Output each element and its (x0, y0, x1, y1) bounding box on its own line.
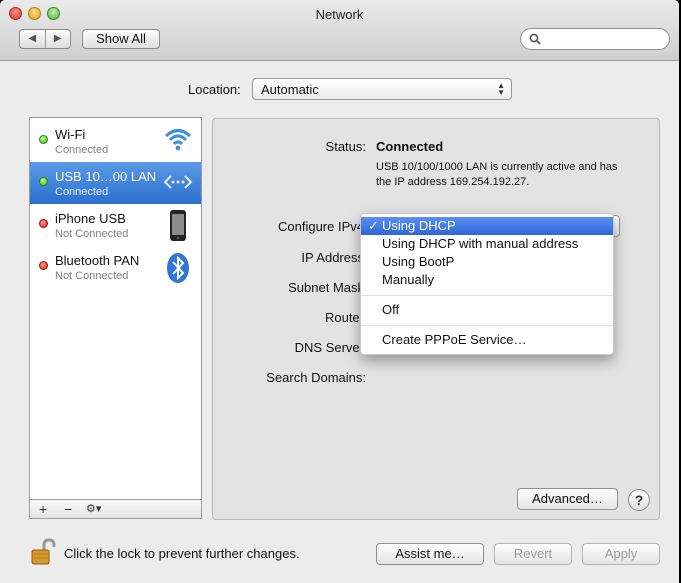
gear-menu-button[interactable]: ⚙▾ (86, 502, 101, 515)
menu-item-using-dhcp-manual[interactable]: Using DHCP with manual address (361, 235, 613, 253)
network-preferences-window: Network ◀ ▶ Show All Location: Automatic… (0, 0, 679, 583)
status-value: Connected (376, 139, 444, 154)
ip-address-label: IP Address (301, 250, 364, 265)
configure-ipv4-label: Configure IPv4 (278, 219, 364, 234)
show-all-button[interactable]: Show All (82, 29, 160, 49)
checkmark-icon: ✓ (368, 218, 379, 233)
service-status: Not Connected (55, 270, 129, 282)
revert-button[interactable]: Revert (494, 543, 572, 565)
service-status: Not Connected (55, 228, 129, 240)
service-status: Connected (55, 144, 109, 156)
status-dot-not-connected (39, 261, 48, 270)
menu-separator (361, 295, 613, 296)
service-status: Connected (55, 186, 109, 198)
menu-item-manually[interactable]: Manually (361, 271, 613, 289)
service-name: Wi-Fi (55, 127, 86, 142)
back-button[interactable]: ◀ (20, 30, 45, 48)
status-label: Status: (325, 139, 366, 154)
unlocked-lock-icon[interactable] (30, 538, 56, 566)
status-dot-connected (39, 177, 48, 186)
dns-server-label: DNS Server (294, 340, 364, 355)
location-value: Automatic (261, 82, 319, 97)
apply-button[interactable]: Apply (582, 543, 660, 565)
select-arrows-icon: ▲ ▼ (497, 81, 505, 97)
service-item-bluetooth-pan[interactable]: Bluetooth PAN Not Connected (30, 246, 201, 288)
service-item-iphone-usb[interactable]: iPhone USB Not Connected (30, 204, 201, 246)
remove-service-button[interactable]: − (64, 501, 72, 517)
iphone-icon (170, 210, 186, 241)
service-name: iPhone USB (55, 211, 126, 226)
service-item-wifi[interactable]: Wi-Fi Connected (30, 120, 201, 162)
location-select[interactable]: Automatic ▲ ▼ (252, 78, 512, 100)
lock-message: Click the lock to prevent further change… (64, 546, 300, 561)
menu-item-off[interactable]: Off (361, 301, 613, 319)
location-label: Location: (188, 82, 241, 97)
wifi-icon (164, 129, 192, 151)
assist-me-button[interactable]: Assist me… (376, 543, 484, 565)
configure-ipv4-menu: ✓ Using DHCP Using DHCP with manual addr… (360, 213, 614, 355)
status-dot-not-connected (39, 219, 48, 228)
search-field[interactable] (520, 28, 670, 50)
help-button[interactable]: ? (628, 489, 650, 511)
search-domains-label: Search Domains: (266, 370, 366, 385)
add-service-button[interactable]: + (39, 501, 47, 517)
status-dot-connected (39, 135, 48, 144)
service-name: Bluetooth PAN (55, 253, 140, 268)
menu-item-using-dhcp[interactable]: ✓ Using DHCP (361, 217, 613, 235)
service-name: USB 10…00 LAN (55, 169, 157, 184)
status-description: USB 10/100/1000 LAN is currently active … (376, 161, 618, 188)
ethernet-icon (163, 175, 193, 189)
window-title: Network (315, 7, 364, 22)
bluetooth-icon (167, 253, 189, 283)
router-label: Router (324, 310, 364, 325)
back-forward-buttons: ◀ ▶ (19, 29, 71, 49)
service-list: Wi-Fi Connected USB 10…00 LAN Connected (29, 117, 202, 500)
subnet-mask-label: Subnet Mask (288, 280, 364, 295)
forward-button[interactable]: ▶ (44, 30, 71, 48)
menu-item-create-pppoe[interactable]: Create PPPoE Service… (361, 331, 613, 349)
search-icon (529, 33, 541, 45)
service-item-usb-lan[interactable]: USB 10…00 LAN Connected (30, 162, 201, 204)
advanced-button[interactable]: Advanced… (517, 488, 618, 510)
service-list-toolbar: + − ⚙▾ (29, 500, 202, 519)
title-bar: Network ◀ ▶ Show All (0, 0, 679, 61)
menu-separator (361, 325, 613, 326)
menu-item-using-bootp[interactable]: Using BootP (361, 253, 613, 271)
